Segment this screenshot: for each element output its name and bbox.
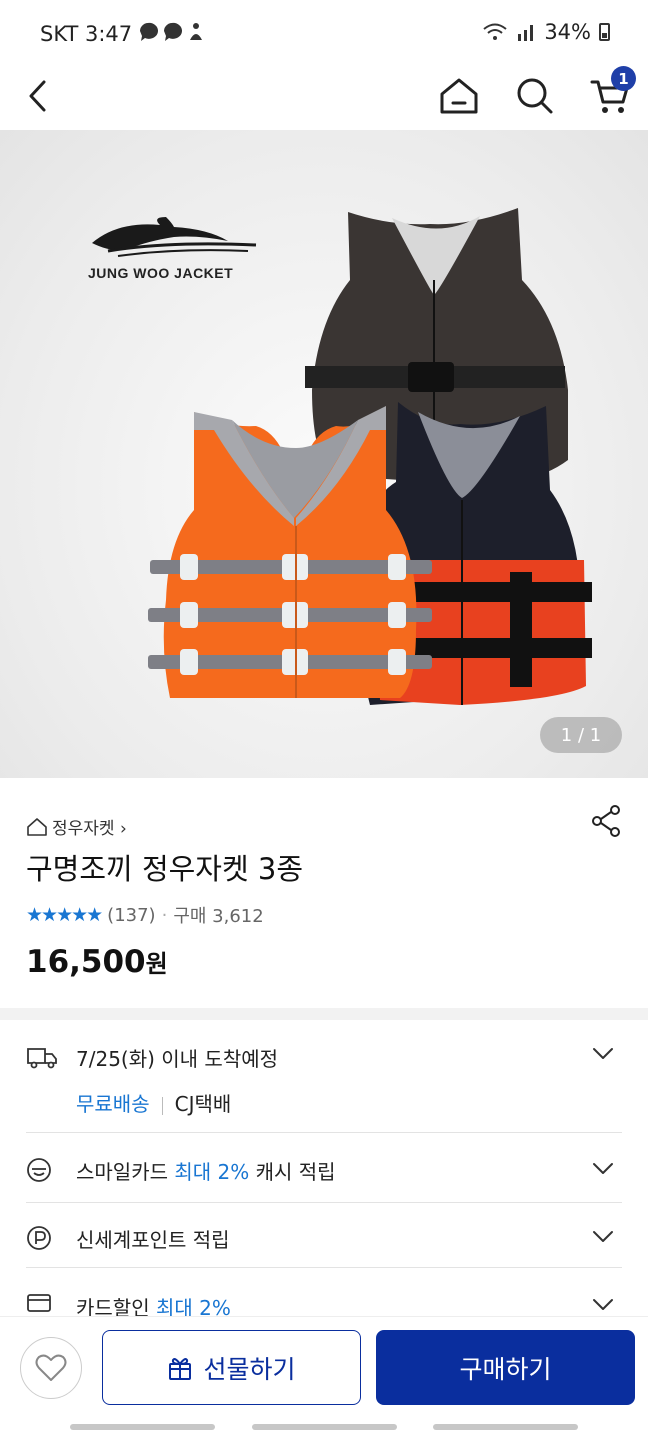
back-icon [29,80,46,112]
battery-icon [599,23,610,41]
wishlist-button[interactable] [20,1337,82,1399]
chevron-down-icon [593,1299,613,1310]
shipping-info: 무료배송 CJ택배 [76,1088,231,1117]
carrier-time: SKT 3:47 [40,21,133,46]
point-label: 신세계포인트 적립 [76,1228,230,1252]
system-nav-home[interactable] [252,1424,397,1430]
shinsegae-point-row[interactable]: 신세계포인트 적립 [26,1203,622,1268]
share-button[interactable] [590,804,622,842]
cart-button[interactable]: 1 [588,66,636,126]
shipping-separator [161,1096,163,1115]
smile-card-label: 스마일카드 [76,1160,175,1184]
price-value: 16,500 [26,944,146,980]
point-icon [27,1226,51,1250]
delivery-truck-icon [27,1048,57,1069]
chevron-down-icon [593,1163,613,1174]
smile-card-icon [27,1158,51,1182]
status-right: 34% [482,20,610,44]
delivery-row[interactable]: 7/25(화) 이내 도착예정 무료배송 CJ택배 [26,1020,622,1133]
search-icon [517,78,553,114]
home-button[interactable] [436,66,482,126]
smile-card-row[interactable]: 스마일카드 최대 2% 캐시 적립 [26,1133,622,1203]
chevron-down-icon [593,1048,613,1059]
life-vests-illustration [148,208,592,705]
home-icon [440,78,478,114]
top-nav: 1 [0,66,648,130]
brand-breadcrumb[interactable]: 정우자켓 › [26,814,127,839]
back-button[interactable] [18,66,58,126]
buy-button[interactable]: 구매하기 [376,1330,635,1405]
rating-stars-icon: ★★★★★ [26,904,103,926]
gift-icon [169,1357,192,1380]
rating-row[interactable]: ★★★★★ (137) · 구매 3,612 [26,902,264,928]
image-counter: 1 / 1 [540,717,622,753]
chevron-down-icon [593,1231,613,1242]
brand-link: 정우자켓 › [52,819,127,839]
bottom-action-bar: 선물하기 구매하기 [0,1316,648,1416]
product-info: 정우자켓 › 구명조끼 정우자켓 3종 ★★★★★ (137) · 구매 3,6… [0,778,648,1008]
purchase-count: 구매 3,612 [173,906,264,927]
rating-count: (137) [107,904,156,926]
product-title: 구명조끼 정우자켓 3종 [26,852,304,886]
rating-separator: · [161,904,168,926]
gift-button[interactable]: 선물하기 [102,1330,361,1405]
heart-icon [35,1354,67,1381]
gift-button-label: 선물하기 [203,1354,296,1384]
store-home-icon [27,817,47,836]
smile-card-suffix: 캐시 적립 [249,1160,336,1184]
system-nav-back[interactable] [433,1424,578,1430]
system-nav-recent[interactable] [70,1424,215,1430]
signal-icon [518,25,534,41]
cart-count-badge: 1 [611,66,636,91]
courier-name: CJ택배 [174,1092,232,1116]
price-unit: 원 [145,950,168,978]
delivery-date: 7/25(화) 이내 도착예정 [76,1047,279,1071]
free-shipping: 무료배송 [76,1092,150,1116]
status-bar: SKT 3:47 34% [0,0,648,66]
battery-percent: 34% [544,20,591,44]
credit-card-icon [27,1294,51,1312]
status-left: SKT 3:47 [40,20,208,47]
section-divider [0,1008,648,1020]
product-price: 16,500원 [26,944,168,980]
smile-card-text: 스마일카드 최대 2% 캐시 적립 [76,1156,336,1185]
product-image[interactable]: JUNG WOO JACKET 1 / 1 [0,130,648,778]
share-icon [592,805,620,837]
benefits-list: 7/25(화) 이내 도착예정 무료배송 CJ택배 스마일카드 최대 2% 캐시 … [26,1020,622,1328]
wifi-icon [483,23,507,40]
notification-icons [138,20,208,47]
search-button[interactable] [514,66,556,126]
smile-card-rate: 최대 2% [174,1160,250,1184]
